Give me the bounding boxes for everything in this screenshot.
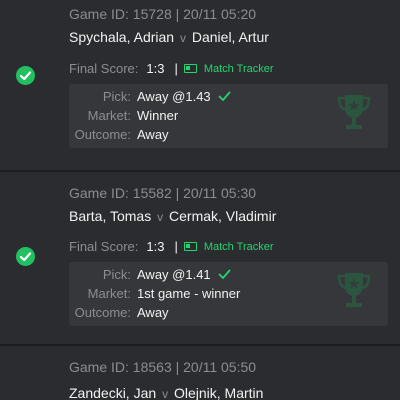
outcome-label: Outcome: xyxy=(74,127,131,142)
bets-feed: Game ID: 15728 | 20/11 05:20 Spychala, A… xyxy=(0,0,400,400)
outcome-value: Away xyxy=(137,305,169,320)
player-away: Olejnik, Martin xyxy=(173,385,264,400)
outcome-label: Outcome: xyxy=(74,305,131,320)
final-score-label: Final Score: xyxy=(69,61,139,76)
players-line: Barta, Tomas v Cermak, Vladimir xyxy=(69,208,276,224)
trophy-icon xyxy=(334,270,374,314)
final-score-label: Final Score: xyxy=(69,239,139,254)
market-label: Market: xyxy=(87,286,131,301)
match-tracker-link[interactable]: Match Tracker xyxy=(183,62,274,75)
final-score-value: 1:3 xyxy=(146,239,165,254)
checkmark-icon xyxy=(218,90,231,105)
pick-label: Pick: xyxy=(102,267,131,282)
market-value: 1st game - winner xyxy=(137,286,241,301)
player-home: Zandecki, Jan xyxy=(69,385,157,400)
checkmark-icon xyxy=(218,268,231,283)
pick-details-box: Pick: Away @1.43 Market: Winner Outcome:… xyxy=(69,84,388,148)
versus-label: v xyxy=(179,31,186,45)
game-id-label: Game ID: 15582 | 20/11 05:30 xyxy=(69,185,257,201)
versus-label: v xyxy=(157,210,164,224)
pick-value: Away @1.41 xyxy=(137,267,211,282)
pick-label: Pick: xyxy=(102,89,131,104)
market-value: Winner xyxy=(137,108,179,123)
match-tracker-link[interactable]: Match Tracker xyxy=(183,240,274,253)
game-card[interactable]: Game ID: 15728 | 20/11 05:20 Spychala, A… xyxy=(0,0,400,170)
final-score-row: Final Score: 1:3 | Match Tracker xyxy=(69,239,274,254)
pick-details-box: Pick: Away @1.41 Market: 1st game - winn… xyxy=(69,262,388,326)
outcome-value: Away xyxy=(137,127,169,142)
game-card[interactable]: Game ID: 18563 | 20/11 05:50 Zandecki, J… xyxy=(0,346,400,400)
game-id-label: Game ID: 18563 | 20/11 05:50 xyxy=(69,359,257,375)
match-tracker-icon xyxy=(183,64,197,73)
player-away: Cermak, Vladimir xyxy=(169,208,277,224)
players-line: Zandecki, Jan v Olejnik, Martin xyxy=(69,385,263,400)
versus-label: v xyxy=(162,387,169,400)
match-tracker-label: Match Tracker xyxy=(203,240,274,253)
trophy-icon xyxy=(334,92,374,136)
final-score-row: Final Score: 1:3 | Match Tracker xyxy=(69,61,274,76)
final-score-value: 1:3 xyxy=(146,61,165,76)
market-label: Market: xyxy=(87,108,131,123)
players-line: Spychala, Adrian v Daniel, Artur xyxy=(69,29,269,45)
game-id-label: Game ID: 15728 | 20/11 05:20 xyxy=(69,6,257,22)
player-home: Spychala, Adrian xyxy=(69,29,175,45)
check-circle-icon xyxy=(16,247,35,266)
match-tracker-icon xyxy=(183,242,197,251)
pick-value: Away @1.43 xyxy=(137,89,211,104)
game-card[interactable]: Game ID: 15582 | 20/11 05:30 Barta, Toma… xyxy=(0,172,400,344)
player-home: Barta, Tomas xyxy=(69,208,152,224)
player-away: Daniel, Artur xyxy=(191,29,269,45)
check-circle-icon xyxy=(16,66,35,85)
separator: | xyxy=(174,61,178,76)
match-tracker-label: Match Tracker xyxy=(203,62,274,75)
separator: | xyxy=(174,239,178,254)
